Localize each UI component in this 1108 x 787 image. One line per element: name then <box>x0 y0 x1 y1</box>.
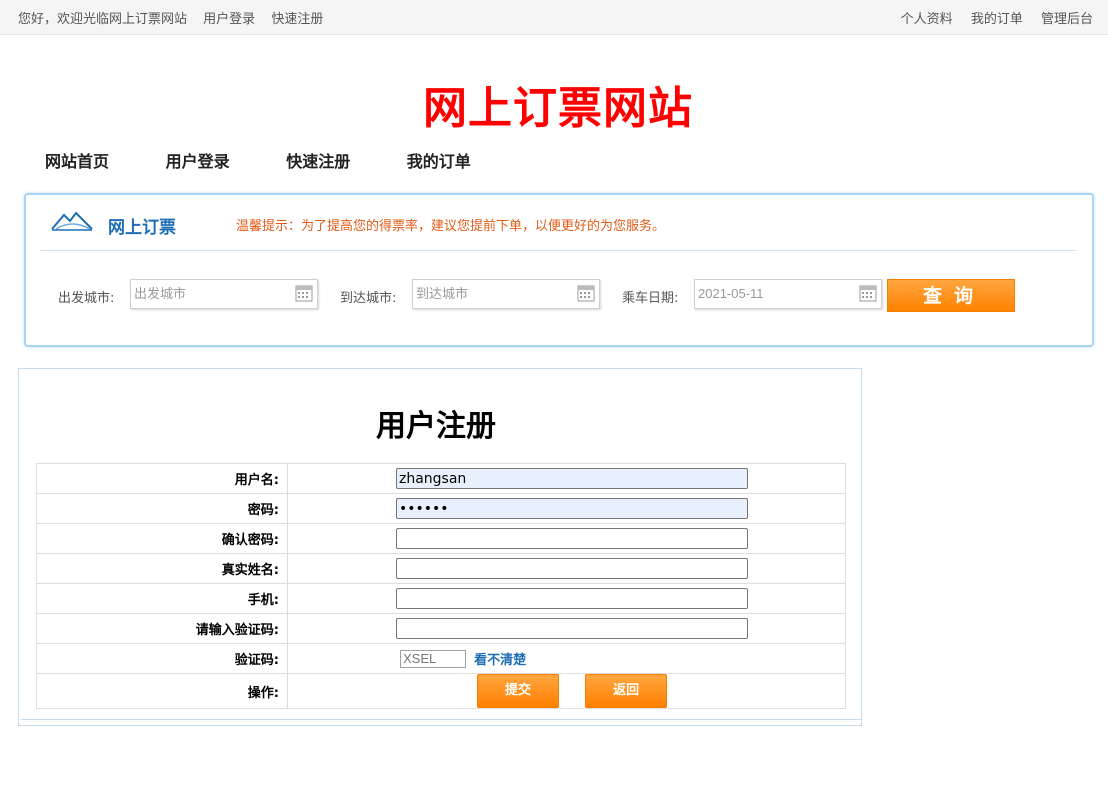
table-row: 密码: <box>36 493 846 524</box>
top-login-link[interactable]: 用户登录 <box>203 12 255 27</box>
register-panel: 用户注册 用户名: 密码: 确认密码: 真实姓名: 手机: <box>18 368 862 726</box>
table-row: 手机: <box>36 583 846 614</box>
nav-item-register[interactable]: 快速注册 <box>286 148 350 172</box>
enter-captcha-label: 请输入验证码: <box>36 613 288 644</box>
nav-item-login[interactable]: 用户登录 <box>166 148 230 172</box>
site-title: 网上订票网站 <box>423 83 693 134</box>
my-orders-link[interactable]: 我的订单 <box>971 12 1023 27</box>
table-row: 操作: 提交 返回 <box>36 673 846 709</box>
to-city-input[interactable] <box>416 280 566 306</box>
date-field <box>694 279 882 309</box>
ticket-search-panel: 网上订票 温馨提示：为了提高您的得票率，建议您提前下单，以便更好的为您服务。 出… <box>24 193 1094 347</box>
calendar-icon[interactable] <box>577 284 595 302</box>
calendar-icon[interactable] <box>295 284 313 302</box>
date-input[interactable] <box>698 280 848 306</box>
profile-link[interactable]: 个人资料 <box>901 12 953 27</box>
confirm-password-input[interactable] <box>396 528 748 549</box>
real-name-cell <box>287 553 846 584</box>
table-row: 请输入验证码: <box>36 613 846 644</box>
phone-cell <box>287 583 846 614</box>
table-row: 真实姓名: <box>36 553 846 584</box>
to-city-field <box>412 279 600 309</box>
calendar-icon[interactable] <box>859 284 877 302</box>
from-city-label: 出发城市: <box>58 291 115 306</box>
action-label: 操作: <box>36 673 288 709</box>
top-register-link[interactable]: 快速注册 <box>271 12 323 27</box>
top-bar: 您好，欢迎光临网上订票网站 用户登录 快速注册 个人资料 我的订单 管理后台 <box>0 0 1108 35</box>
table-row: 验证码: 看不清楚 <box>36 643 846 674</box>
table-row: 用户名: <box>36 463 846 494</box>
username-input[interactable] <box>396 468 748 489</box>
admin-link[interactable]: 管理后台 <box>1041 12 1093 27</box>
captcha-image <box>400 649 466 668</box>
nav-item-orders[interactable]: 我的订单 <box>407 148 471 172</box>
mountain-logo-icon <box>51 211 93 231</box>
username-label: 用户名: <box>36 463 288 494</box>
submit-button[interactable]: 提交 <box>477 674 559 708</box>
welcome-text: 您好，欢迎光临网上订票网站 <box>18 12 188 27</box>
confirm-password-label: 确认密码: <box>36 523 288 554</box>
phone-label: 手机: <box>36 583 288 614</box>
captcha-input[interactable] <box>396 618 748 639</box>
password-label: 密码: <box>36 493 288 524</box>
confirm-password-cell <box>287 523 846 554</box>
query-button[interactable]: 查询 <box>887 279 1015 312</box>
from-city-field <box>130 279 318 309</box>
from-city-input[interactable] <box>134 280 284 306</box>
main-nav: 网站首页 用户登录 快速注册 我的订单 <box>45 148 522 172</box>
captcha-cell: 看不清楚 <box>287 643 846 674</box>
enter-captcha-cell <box>287 613 846 644</box>
booking-tip: 温馨提示：为了提高您的得票率，建议您提前下单，以便更好的为您服务。 <box>236 219 666 234</box>
refresh-captcha-link[interactable]: 看不清楚 <box>474 653 526 668</box>
phone-input[interactable] <box>396 588 748 609</box>
password-cell <box>287 493 846 524</box>
nav-item-home[interactable]: 网站首页 <box>45 148 109 172</box>
real-name-label: 真实姓名: <box>36 553 288 584</box>
register-form-table: 用户名: 密码: 确认密码: 真实姓名: 手机: 请输入验证码: <box>36 463 846 709</box>
table-row: 确认密码: <box>36 523 846 554</box>
top-bar-right: 个人资料 我的订单 管理后台 <box>887 8 1093 27</box>
panel-divider <box>40 250 1076 251</box>
back-button[interactable]: 返回 <box>585 674 668 708</box>
action-cell: 提交 返回 <box>287 673 846 709</box>
captcha-label: 验证码: <box>36 643 288 674</box>
date-label: 乘车日期: <box>622 291 679 306</box>
search-panel-title: 网上订票 <box>108 218 176 238</box>
username-cell <box>287 463 846 494</box>
register-panel-inner: 用户注册 用户名: 密码: 确认密码: 真实姓名: 手机: <box>21 369 862 720</box>
password-input[interactable] <box>396 498 748 519</box>
register-title: 用户注册 <box>376 409 496 444</box>
real-name-input[interactable] <box>396 558 748 579</box>
top-bar-left: 您好，欢迎光临网上订票网站 用户登录 快速注册 <box>18 8 323 27</box>
to-city-label: 到达城市: <box>340 291 397 306</box>
